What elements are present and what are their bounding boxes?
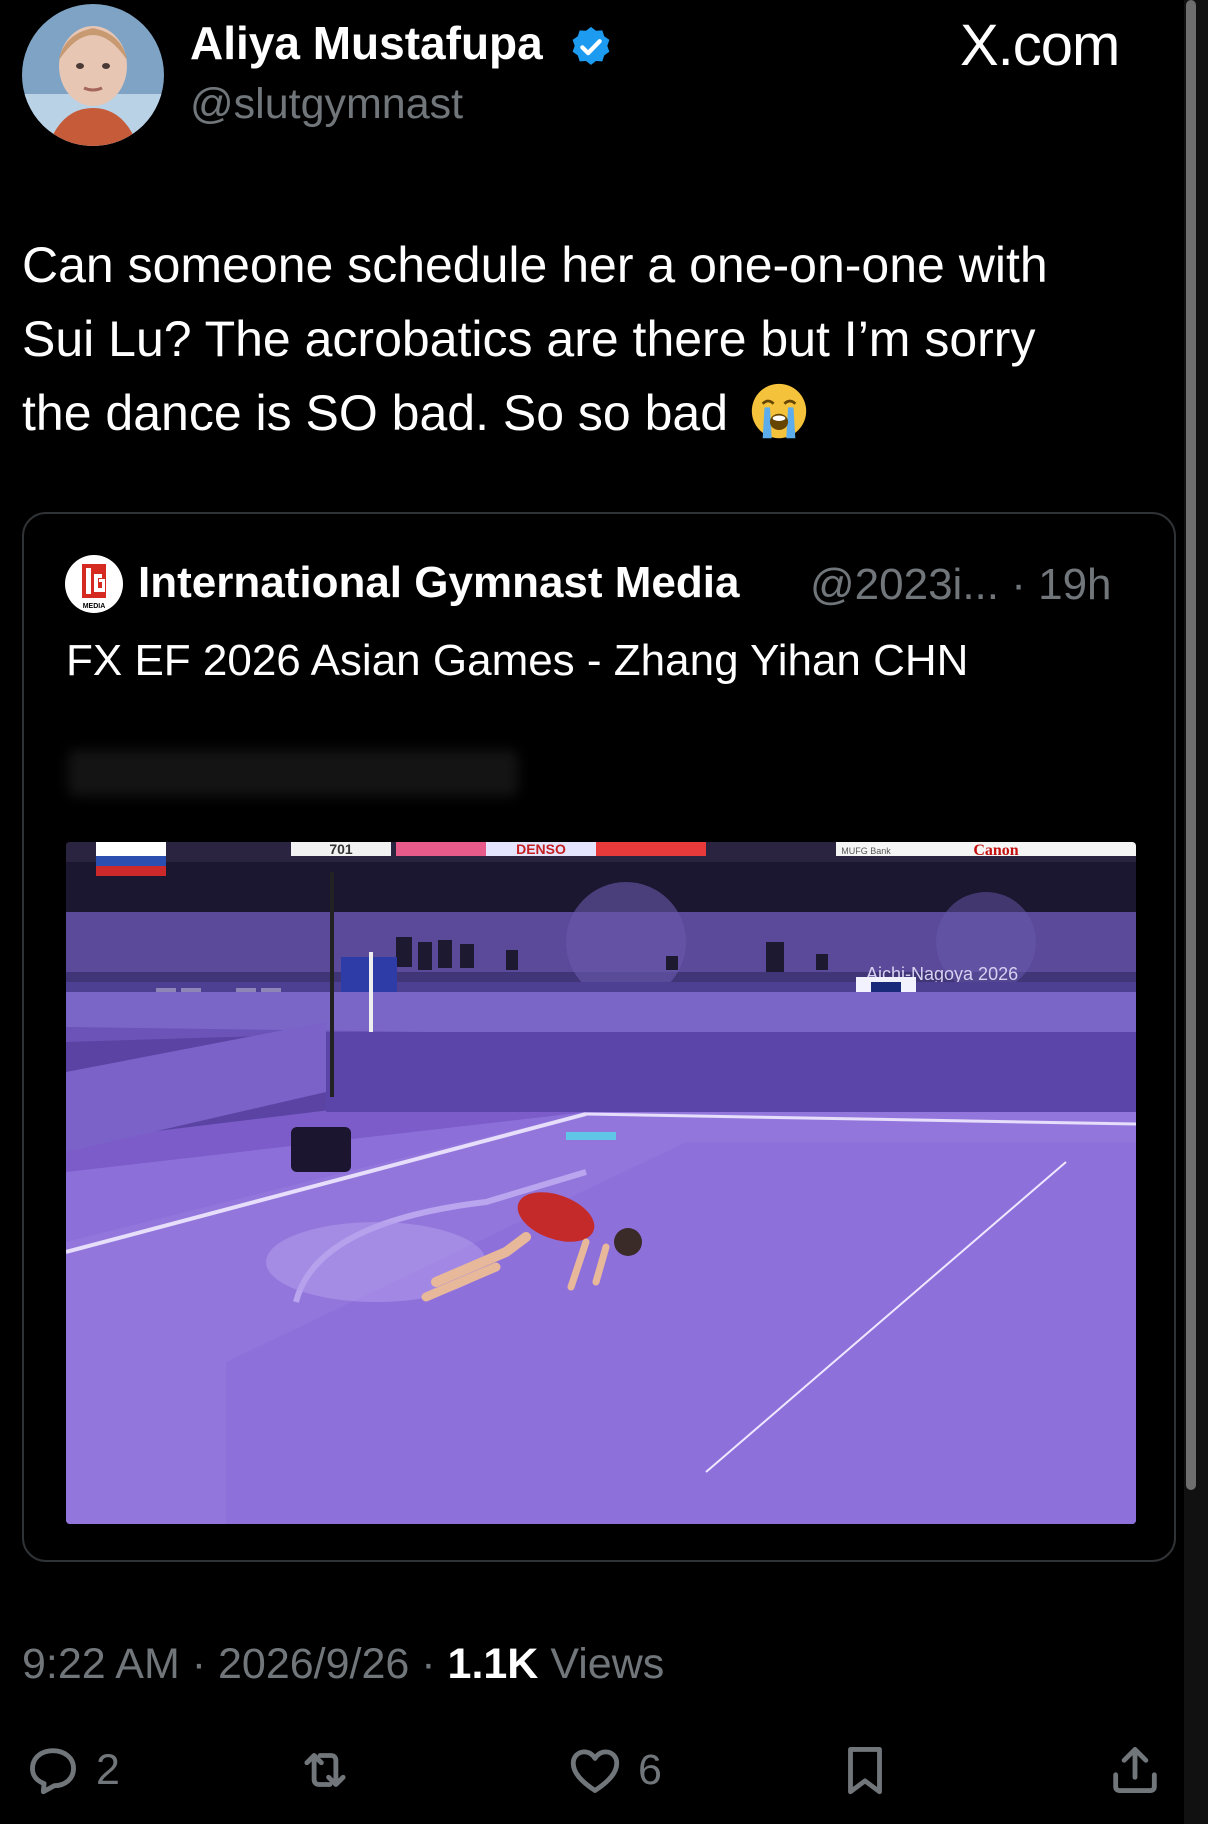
bookmark-button[interactable] (836, 1730, 894, 1810)
quoted-tweet-text: FX EF 2026 Asian Games - Zhang Yihan CHN (66, 636, 969, 685)
separator: · (191, 1640, 207, 1688)
tweet-date: 2026/9/26 (218, 1640, 410, 1688)
tweet-text-line: Sui Lu? The acrobatics are there but I’m… (22, 311, 1036, 367)
author-handle[interactable]: @slutgymnast (190, 80, 463, 129)
quoted-handle-time[interactable]: @2023i... · 19h (810, 560, 1112, 610)
verified-badge-icon (572, 26, 610, 65)
repost-icon (304, 1753, 346, 1787)
quoted-author-name[interactable]: International Gymnast Media (138, 558, 739, 608)
svg-text:MUFG Bank: MUFG Bank (841, 846, 891, 856)
tweet-text: Can someone schedule her a one-on-one wi… (22, 228, 1172, 450)
site-badge: X.com (960, 13, 1120, 78)
avatar-image (22, 4, 164, 146)
svg-text:MEDIA: MEDIA (83, 603, 106, 610)
separator: · (421, 1640, 436, 1688)
loudly-crying-face-emoji-icon (751, 383, 807, 439)
avatar[interactable] (22, 4, 164, 146)
reply-icon (30, 1748, 76, 1795)
tweet-text-line: Can someone schedule her a one-on-one wi… (22, 237, 1048, 293)
share-button[interactable] (1106, 1730, 1164, 1810)
views-label: Views (550, 1640, 665, 1688)
tweet-timestamp[interactable]: 9:22 AM · 2026/9/26 · 1.1K Views (22, 1640, 664, 1689)
svg-text:DENSO: DENSO (516, 842, 566, 857)
share-icon (1113, 1747, 1157, 1793)
video-frame: 701 DENSO MUFG Bank Canon Aichi-Nagoya 2… (66, 842, 1136, 1524)
heart-icon (570, 1749, 620, 1793)
svg-text:Canon: Canon (973, 842, 1018, 859)
action-bar: 2 6 (0, 1730, 1180, 1810)
repost-button[interactable] (296, 1730, 354, 1810)
blurred-text (68, 750, 518, 796)
tweet-text-line: the dance is SO bad. So so bad (22, 376, 1172, 450)
reply-button[interactable]: 2 (24, 1730, 120, 1810)
views-count: 1.1K (447, 1640, 539, 1688)
quoted-tweet-card[interactable]: MEDIA International Gymnast Media @2023i… (22, 512, 1176, 1562)
like-button[interactable]: 6 (566, 1730, 662, 1810)
scrollbar-thumb[interactable] (1186, 0, 1196, 1490)
international-gymnast-logo-icon: MEDIA (65, 555, 123, 613)
author-name[interactable]: Aliya Mustafupa (190, 16, 543, 70)
video-player[interactable]: 701 DENSO MUFG Bank Canon Aichi-Nagoya 2… (66, 842, 1136, 1524)
like-count: 6 (638, 1745, 662, 1794)
svg-text:701: 701 (329, 842, 353, 857)
bookmark-icon (848, 1747, 882, 1795)
tweet-time: 9:22 AM (22, 1640, 180, 1688)
reply-count: 2 (96, 1745, 120, 1794)
